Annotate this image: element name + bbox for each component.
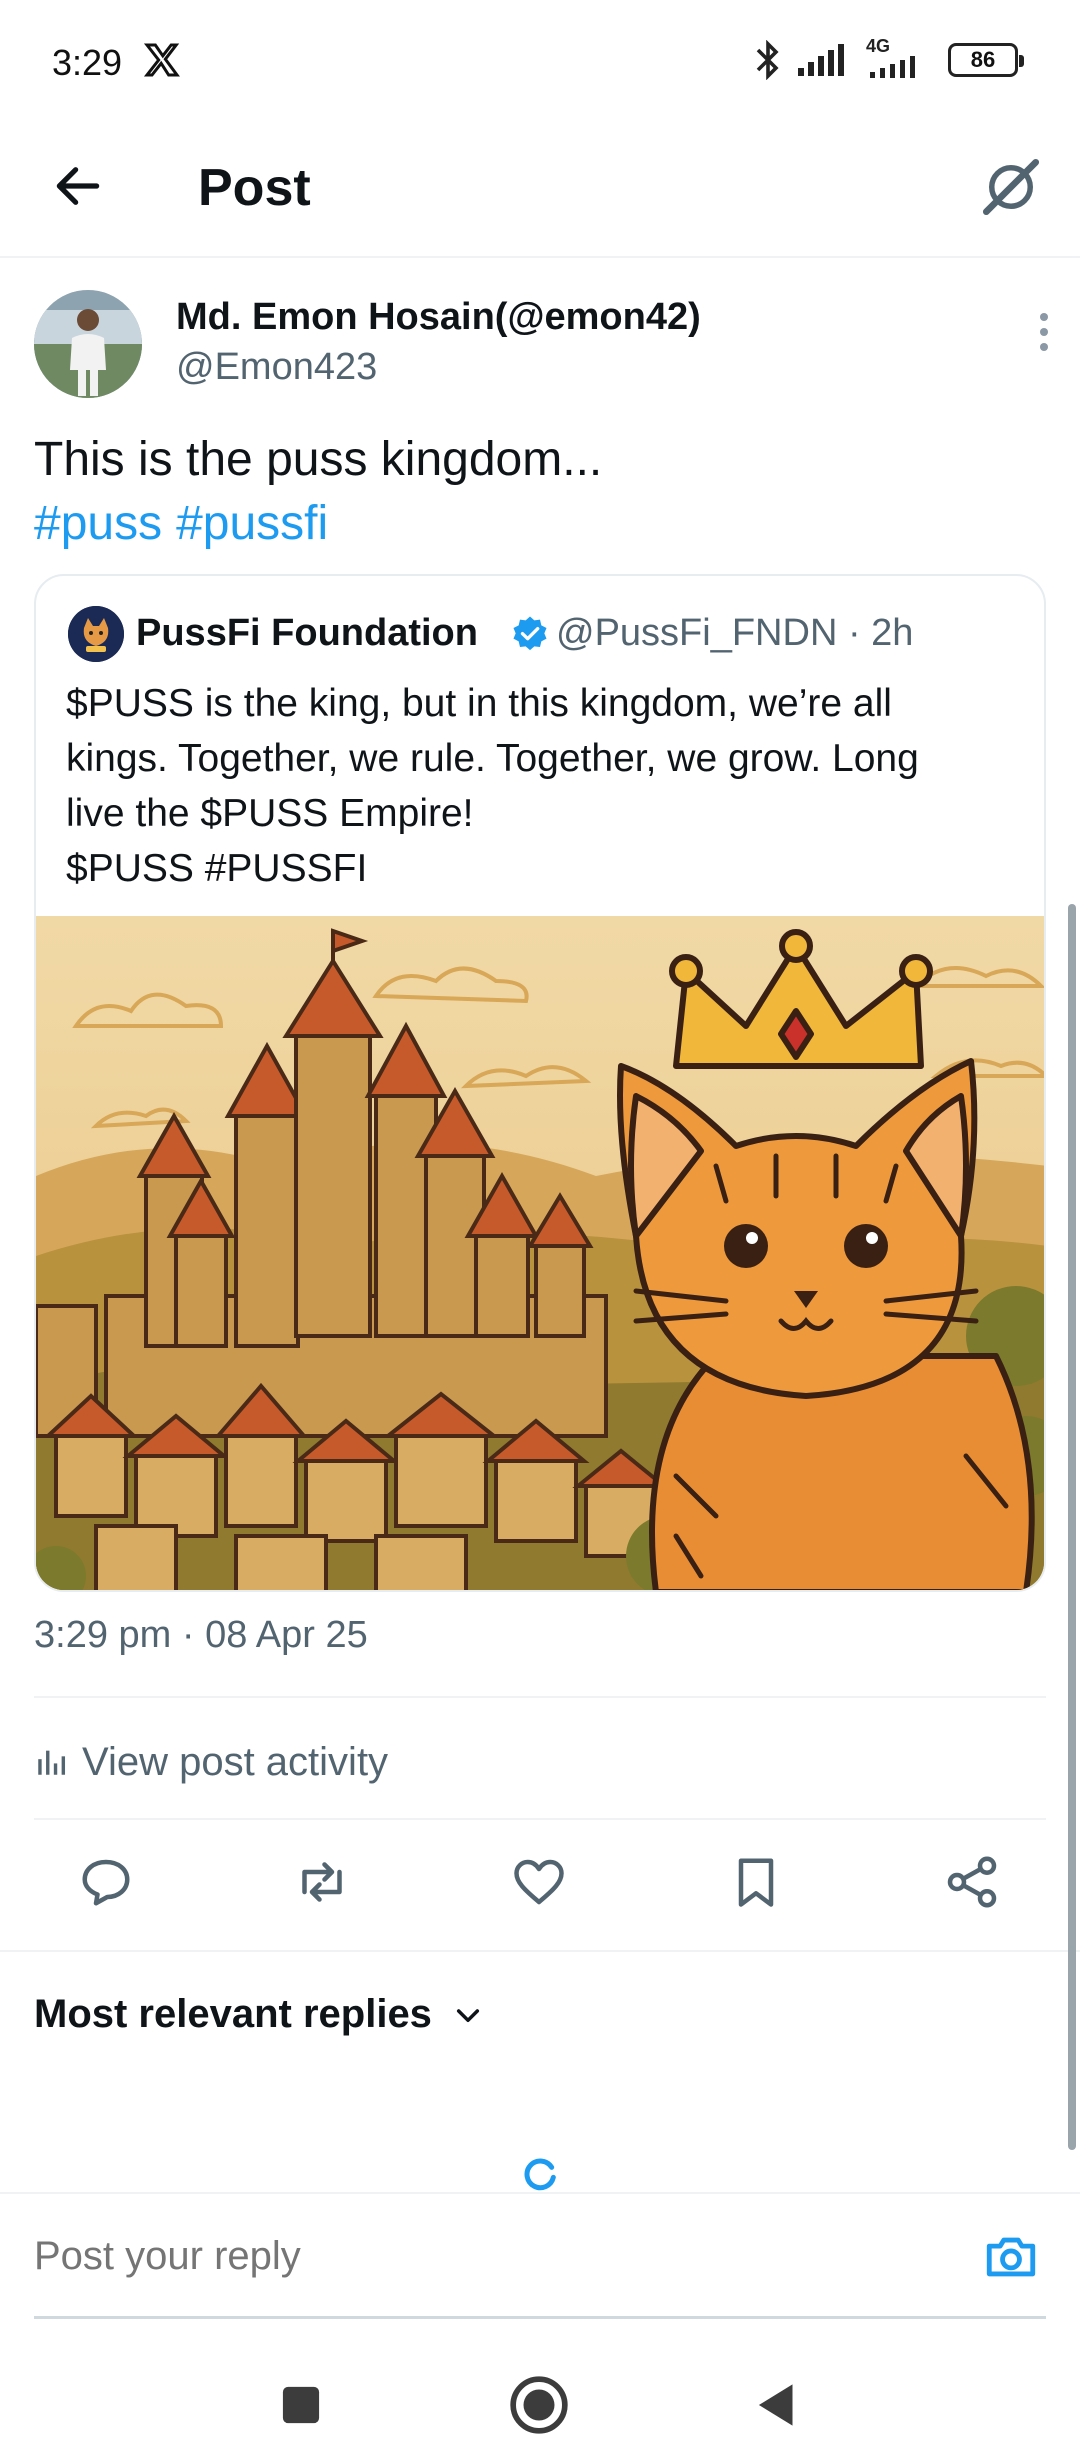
recent-apps-icon[interactable] [270, 2374, 332, 2436]
more-options-icon[interactable] [1038, 312, 1050, 352]
reply-icon[interactable] [76, 1852, 136, 1912]
quote-media-image[interactable] [36, 916, 1046, 1592]
home-icon[interactable] [508, 2374, 570, 2436]
quote-text-line: live the $PUSS Empire! [66, 792, 474, 835]
analytics-icon [38, 1750, 66, 1775]
view-post-activity-link[interactable]: View post activity [34, 1734, 388, 1790]
back-triangle-icon[interactable] [746, 2374, 808, 2436]
status-time: 3:29 [52, 42, 123, 83]
hashtag-link[interactable]: #pussfi [176, 497, 328, 550]
quote-text: $PUSS is the king, but in this kingdom, … [66, 676, 1026, 896]
author-avatar[interactable] [34, 290, 142, 398]
loading-spinner-icon [524, 2158, 556, 2191]
verified-badge-icon [513, 616, 547, 651]
post-action-bar [34, 1852, 1046, 1916]
signal-icon [798, 44, 844, 76]
system-navigation-bar [0, 2340, 1080, 2460]
scrollbar[interactable] [1068, 904, 1076, 2150]
reply-underline [34, 2316, 1046, 2319]
quoted-post-card[interactable]: PussFi Foundation @PussFi_FNDN · 2h $PUS… [34, 574, 1046, 1592]
reply-composer [0, 2192, 1080, 2319]
quote-text-line: $PUSS #PUSSFI [66, 847, 368, 890]
status-bar: 3:29 4G 86 [0, 0, 1080, 128]
quote-text-line: $PUSS is the king, but in this kingdom, … [66, 682, 892, 725]
battery-icon: 86 [948, 43, 1024, 77]
post-timestamp: 3:29 pm · 08 Apr 25 [34, 1614, 368, 1656]
quote-text-line: kings. Together, we rule. Together, we g… [66, 737, 919, 780]
bluetooth-icon [756, 40, 779, 80]
grok-icon[interactable] [978, 154, 1044, 220]
x-logo-icon [143, 43, 180, 77]
quote-author-handle: @PussFi_FNDN · 2h [556, 612, 914, 654]
repost-icon[interactable] [292, 1852, 352, 1912]
reply-input[interactable] [34, 2234, 834, 2279]
chevron-down-icon [456, 2008, 480, 2022]
divider [34, 1818, 1046, 1820]
page-title: Post [198, 159, 311, 217]
replies-sort-label: Most relevant replies [34, 1992, 432, 2036]
back-arrow-icon[interactable] [50, 158, 106, 214]
bookmark-icon[interactable] [726, 1852, 786, 1912]
like-icon[interactable] [509, 1852, 569, 1912]
replies-sort-dropdown[interactable]: Most relevant replies [34, 1992, 484, 2037]
author-handle[interactable]: @Emon423 [176, 346, 377, 389]
share-icon[interactable] [942, 1852, 1002, 1912]
quote-author-name: PussFi Foundation [136, 612, 478, 654]
battery-level: 86 [970, 47, 996, 72]
camera-icon[interactable] [982, 2228, 1040, 2286]
divider [34, 1696, 1046, 1698]
post-hashtags: #puss #pussfi [34, 492, 342, 556]
hashtag-link[interactable]: #puss [34, 497, 162, 550]
post-text: This is the puss kingdom... [34, 433, 603, 486]
view-post-activity-label: View post activity [82, 1739, 389, 1784]
status-icons: 4G 86 [754, 36, 1024, 80]
signal-4g-icon: 4G [862, 36, 934, 80]
divider [0, 1950, 1080, 1952]
quote-author-avatar [68, 606, 124, 662]
author-name[interactable]: Md. Emon Hosain(@emon42) [176, 296, 701, 339]
top-app-bar: Post [0, 128, 1080, 258]
